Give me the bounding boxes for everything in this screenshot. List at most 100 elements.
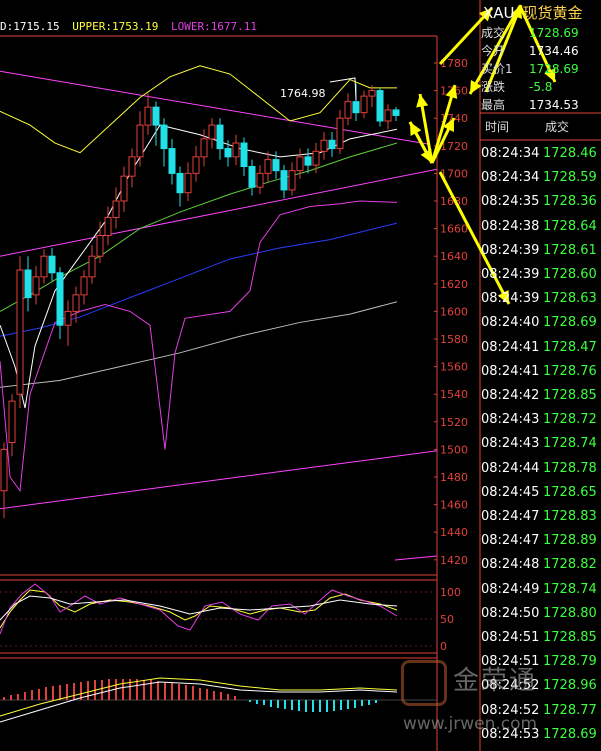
trade-price: 1728.64 — [543, 218, 597, 234]
trade-row: 08:24:34 1728.46 — [481, 142, 601, 166]
trade-row: 08:24:43 1728.74 — [481, 432, 601, 456]
candle-body — [224, 148, 232, 158]
trade-price: 1728.74 — [543, 436, 597, 452]
candle-body — [72, 294, 80, 312]
trade-price: 1728.47 — [543, 339, 597, 355]
trade-price: 1728.89 — [543, 533, 597, 549]
candle-body — [24, 269, 32, 299]
trade-row: 08:24:47 1728.83 — [481, 505, 601, 529]
price-tick-label: 1500 — [440, 443, 468, 456]
price-tick-label: 1540 — [440, 388, 468, 401]
trendline-stub — [394, 555, 438, 561]
trade-price: 1728.76 — [543, 363, 597, 379]
trade-time: 08:24:34 — [481, 170, 540, 186]
candle-body — [96, 235, 104, 257]
candle-body — [232, 142, 240, 158]
instrument-title[interactable]: XAU 现货黄金 — [483, 2, 583, 23]
quote-label: 买价1 — [481, 62, 513, 76]
osc-line-magenta — [0, 583, 398, 635]
trade-time: 08:24:38 — [481, 218, 540, 234]
trade-time: 08:24:35 — [481, 194, 540, 210]
price-tick-label: 1720 — [440, 140, 468, 153]
candle-body — [384, 109, 392, 122]
trade-time: 08:24:43 — [481, 412, 540, 428]
quote-label: 涨跌 — [481, 80, 506, 94]
boll-upper-label: UPPER:1753.19 — [72, 20, 159, 33]
trade-price: 1728.85 — [543, 388, 597, 403]
price-tick-label: 1460 — [440, 499, 468, 512]
trade-row: 08:24:45 1728.65 — [481, 481, 601, 505]
price-tick-label: 1560 — [440, 361, 468, 374]
trade-time: 08:24:48 — [481, 557, 540, 573]
trade-time: 08:24:39 — [481, 291, 540, 307]
trade-row: 08:24:42 1728.85 — [481, 384, 601, 408]
price-header: 成交 — [545, 120, 570, 134]
trade-price: 1728.60 — [543, 267, 597, 282]
trade-row: 08:24:48 1728.82 — [481, 553, 601, 577]
trade-price: 1728.85 — [543, 630, 597, 645]
quote-row-1: 今开 1734.46 — [481, 42, 579, 59]
price-tick-label: 1520 — [440, 416, 468, 429]
candle-body — [176, 172, 184, 194]
trade-row: 08:24:35 1728.36 — [481, 190, 601, 214]
candle-body — [104, 217, 112, 236]
candle-body — [128, 156, 136, 177]
quote-row-0: 成交 1728.69 — [481, 24, 579, 41]
instrument-name: 现货黄金 — [522, 4, 583, 22]
trade-price: 1728.63 — [543, 291, 597, 307]
trade-price: 1728.82 — [543, 557, 597, 573]
candle-body — [312, 150, 320, 166]
candle-body — [144, 106, 152, 126]
price-tick-label: 1480 — [440, 471, 468, 484]
candle-body — [288, 170, 296, 191]
candle-body — [32, 276, 40, 296]
quote-value: 1728.69 — [529, 26, 579, 40]
trade-row: 08:24:47 1728.89 — [481, 529, 601, 553]
trade-row: 08:24:39 1728.61 — [481, 239, 601, 263]
trade-time: 08:24:43 — [481, 436, 540, 452]
trade-time: 08:24:42 — [481, 388, 540, 403]
trade-price: 1728.72 — [543, 412, 597, 428]
osc-tick-label: 100 — [440, 586, 461, 599]
candle-body — [8, 400, 16, 444]
arrow-1-head — [416, 94, 429, 108]
candle-body — [80, 276, 88, 296]
candle-body — [48, 255, 56, 274]
trade-row: 08:24:40 1728.69 — [481, 311, 601, 335]
boll-lower-label: LOWER:1677.11 — [170, 20, 258, 33]
trade-row: 08:24:34 1728.59 — [481, 166, 601, 190]
candle-body — [152, 106, 160, 126]
quote-value: 1734.46 — [529, 44, 579, 58]
candle-body — [40, 255, 48, 278]
candle-body — [256, 172, 264, 188]
quote-panel: XAU 现货黄金 成交 1728.69 今开 1734.46 买价1 1728.69 涨跌 -5… — [477, 0, 601, 751]
candle-body — [160, 124, 168, 150]
trade-row: 08:24:41 1728.76 — [481, 360, 601, 384]
candle-body — [320, 139, 328, 152]
trade-price: 1728.65 — [543, 484, 597, 500]
watermark: 金荣通 www.jrwen.com — [383, 652, 601, 751]
trade-row: 08:24:39 1728.60 — [481, 263, 601, 287]
quote-label: 今开 — [481, 44, 506, 58]
trade-row: 08:24:41 1728.47 — [481, 336, 601, 360]
price-tick-label: 1660 — [440, 223, 468, 236]
trade-time: 08:24:49 — [481, 581, 540, 597]
trade-row: 08:24:43 1728.72 — [481, 408, 601, 432]
candle-body — [200, 138, 208, 158]
price-tick-label: 1600 — [440, 305, 468, 318]
trade-row: 08:24:38 1728.64 — [481, 215, 601, 239]
candle-body — [248, 166, 256, 188]
price-tick-label: 1420 — [440, 554, 468, 567]
trade-price: 1728.46 — [543, 146, 597, 161]
trade-price: 1728.36 — [543, 194, 597, 210]
trade-time: 08:24:40 — [481, 315, 540, 331]
trade-time: 08:24:47 — [481, 533, 540, 549]
quote-value: -5.8 — [529, 80, 553, 94]
quote-row-4: 最高 1734.53 — [481, 96, 579, 113]
trade-row: 08:24:50 1728.80 — [481, 602, 601, 626]
candle-body — [360, 95, 368, 114]
trade-row: 08:24:49 1728.74 — [481, 578, 601, 602]
trade-time: 08:24:47 — [481, 509, 540, 524]
quote-label: 成交 — [481, 26, 506, 40]
trade-time: 08:24:39 — [481, 242, 540, 258]
